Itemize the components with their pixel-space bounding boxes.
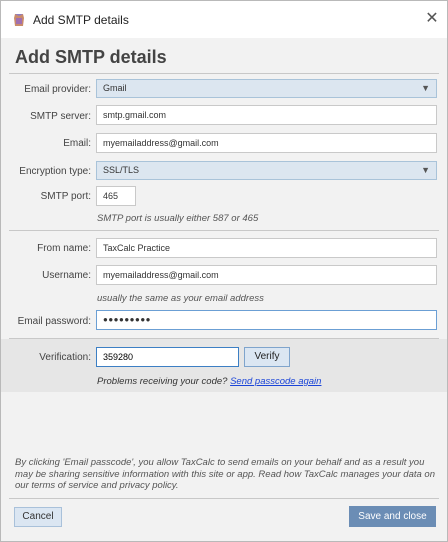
- divider: [9, 230, 439, 231]
- encryption-label: Encryption type:: [19, 166, 91, 177]
- email-provider-label: Email provider:: [24, 84, 91, 95]
- save-and-close-button[interactable]: Save and close: [349, 506, 436, 527]
- email-label: Email:: [63, 138, 91, 149]
- smtp-server-input[interactable]: smtp.gmail.com: [96, 105, 437, 125]
- smtp-server-label: SMTP server:: [30, 111, 91, 122]
- page-title: Add SMTP details: [15, 47, 167, 67]
- divider: [9, 498, 439, 499]
- email-password-input[interactable]: ●●●●●●●●●: [96, 310, 437, 330]
- cancel-button[interactable]: Cancel: [14, 507, 62, 527]
- disclaimer-text: By clicking 'Email passcode', you allow …: [15, 457, 435, 491]
- from-name-input[interactable]: TaxCalc Practice: [96, 238, 437, 258]
- dialog-window: Add SMTP details ✕ Add SMTP details Emai…: [0, 0, 448, 542]
- email-password-label: Email password:: [17, 316, 91, 327]
- title-bar: Add SMTP details ✕: [1, 1, 447, 38]
- verification-help-text: Problems receiving your code?: [97, 376, 228, 387]
- close-icon[interactable]: ✕: [423, 8, 441, 30]
- username-input[interactable]: myemailaddress@gmail.com: [96, 265, 437, 285]
- encryption-select[interactable]: SSL/TLS ▼: [96, 161, 437, 180]
- divider: [9, 73, 439, 74]
- email-provider-value: Gmail: [103, 83, 127, 93]
- verify-button[interactable]: Verify: [244, 347, 290, 367]
- send-passcode-again-link[interactable]: Send passcode again: [230, 376, 321, 387]
- verification-help: Problems receiving your code? Send passc…: [97, 376, 321, 387]
- taxcalc-app-icon: [14, 14, 24, 26]
- encryption-value: SSL/TLS: [103, 165, 140, 175]
- smtp-port-hint: SMTP port is usually either 587 or 465: [97, 213, 259, 224]
- username-label: Username:: [42, 270, 91, 281]
- chevron-down-icon: ▼: [421, 83, 430, 93]
- email-provider-select[interactable]: Gmail ▼: [96, 79, 437, 98]
- verification-label: Verification:: [39, 352, 91, 363]
- chevron-down-icon: ▼: [421, 165, 430, 175]
- verification-code-input[interactable]: 359280: [96, 347, 239, 367]
- username-hint: usually the same as your email address: [97, 293, 264, 304]
- verification-section: Verification: 359280 Verify Problems rec…: [1, 339, 447, 392]
- from-name-label: From name:: [37, 243, 91, 254]
- smtp-port-input[interactable]: 465: [96, 186, 136, 206]
- email-input[interactable]: myemailaddress@gmail.com: [96, 133, 437, 153]
- window-title: Add SMTP details: [33, 13, 129, 27]
- smtp-port-label: SMTP port:: [40, 191, 91, 202]
